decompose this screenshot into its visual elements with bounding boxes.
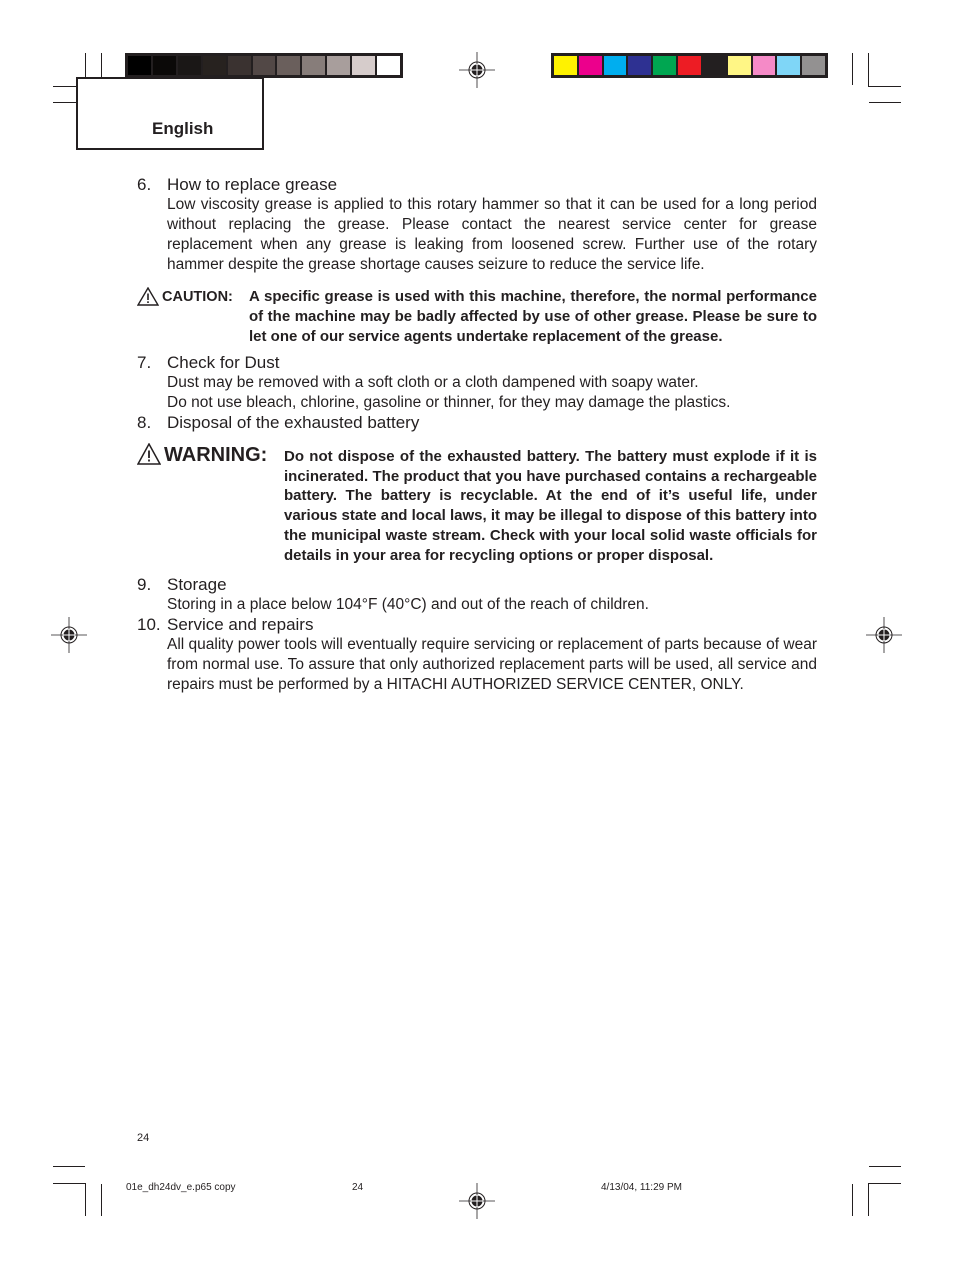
section-heading: 10. Service and repairs <box>137 615 817 635</box>
color-swatch <box>678 56 701 75</box>
section-number: 10. <box>137 615 161 635</box>
section-paragraph: Low viscosity grease is applied to this … <box>167 196 817 273</box>
caution-label: CAUTION: <box>162 289 233 305</box>
warning-label-group: WARNING: <box>137 443 284 565</box>
warning-text: Do not dispose of the exhausted battery.… <box>284 448 817 564</box>
registration-mark-icon <box>51 617 87 653</box>
slug-page-number: 24 <box>352 1182 364 1193</box>
warning-triangle-icon <box>137 443 161 465</box>
color-swatch <box>202 56 226 75</box>
section-heading: 9. Storage <box>137 575 817 595</box>
section-title: Service and repairs <box>167 615 314 635</box>
crop-mark <box>868 53 869 86</box>
section-paragraph: All quality power tools will eventually … <box>167 636 817 694</box>
section-title: How to replace grease <box>167 175 338 194</box>
crop-mark <box>868 1183 901 1184</box>
section-title: Storage <box>167 575 227 595</box>
color-swatch <box>352 56 376 75</box>
slug-timestamp: 4/13/04, 11:29 PM <box>601 1182 682 1193</box>
color-swatch <box>628 56 652 75</box>
crop-mark <box>868 1183 869 1216</box>
crop-mark <box>53 1166 85 1167</box>
registration-mark-icon <box>866 617 902 653</box>
registration-mark-icon <box>459 1183 495 1219</box>
process-color-bar <box>551 53 828 78</box>
grayscale-color-bar <box>125 53 403 78</box>
color-swatch <box>653 56 677 75</box>
color-swatch <box>377 56 400 75</box>
page-number: 24 <box>137 1132 150 1144</box>
crop-mark <box>852 1184 853 1216</box>
section-replace-grease: 6. How to replace grease Low viscosity g… <box>137 175 817 275</box>
section-storage: 9. Storage Storing in a place below 104°… <box>137 575 817 615</box>
color-swatch <box>177 56 201 75</box>
caution-text: A specific grease is used with this mach… <box>249 288 817 345</box>
crop-mark <box>852 53 853 85</box>
color-swatch <box>802 56 825 75</box>
document-body: 6. How to replace grease Low viscosity g… <box>137 175 817 695</box>
caution-label-group: CAUTION: <box>137 287 249 347</box>
language-label: English <box>152 119 214 138</box>
caution-notice: CAUTION: A specific grease is used with … <box>137 287 817 347</box>
language-header-box: English <box>76 77 264 150</box>
color-swatch <box>603 56 627 75</box>
color-swatch <box>752 56 776 75</box>
section-heading: 6. How to replace grease <box>137 175 817 195</box>
section-paragraph: Storing in a place below 104°F (40°C) an… <box>167 596 649 614</box>
color-swatch <box>128 56 151 75</box>
section-title: Check for Dust <box>167 353 280 372</box>
section-heading: 7. Check for Dust <box>137 353 817 373</box>
registration-mark-icon <box>459 52 495 88</box>
color-swatch <box>302 56 326 75</box>
crop-mark <box>53 1183 85 1184</box>
section-number: 6. <box>137 175 152 194</box>
section-number: 8. <box>137 413 152 432</box>
section-battery-disposal: 8. Disposal of the exhausted battery <box>137 413 817 433</box>
color-swatch <box>152 56 176 75</box>
color-swatch <box>777 56 801 75</box>
section-paragraph: Do not use bleach, chlorine, gasoline or… <box>167 394 731 411</box>
warning-triangle-icon <box>137 287 159 306</box>
section-paragraph: Dust may be removed with a soft cloth or… <box>167 374 699 391</box>
section-service-repairs: 10. Service and repairs All quality powe… <box>137 615 817 695</box>
color-swatch <box>252 56 276 75</box>
crop-mark <box>868 86 901 87</box>
crop-mark <box>85 1183 86 1216</box>
color-swatch <box>327 56 351 75</box>
color-swatch <box>578 56 602 75</box>
crop-mark <box>869 102 901 103</box>
warning-label: WARNING: <box>164 444 268 466</box>
section-title: Disposal of the exhausted battery <box>167 413 420 432</box>
crop-mark <box>869 1166 901 1167</box>
color-swatch <box>554 56 577 75</box>
section-heading: 8. Disposal of the exhausted battery <box>137 413 817 433</box>
section-check-dust: 7. Check for Dust Dust may be removed wi… <box>137 353 817 413</box>
section-number: 9. <box>137 575 152 595</box>
color-swatch <box>702 56 726 75</box>
color-swatch <box>227 56 251 75</box>
warning-notice: WARNING: Do not dispose of the exhausted… <box>137 443 817 565</box>
color-swatch <box>727 56 751 75</box>
crop-mark <box>101 1184 102 1216</box>
section-number: 7. <box>137 353 152 372</box>
slug-filename: 01e_dh24dv_e.p65 copy <box>126 1182 236 1193</box>
color-swatch <box>277 56 301 75</box>
